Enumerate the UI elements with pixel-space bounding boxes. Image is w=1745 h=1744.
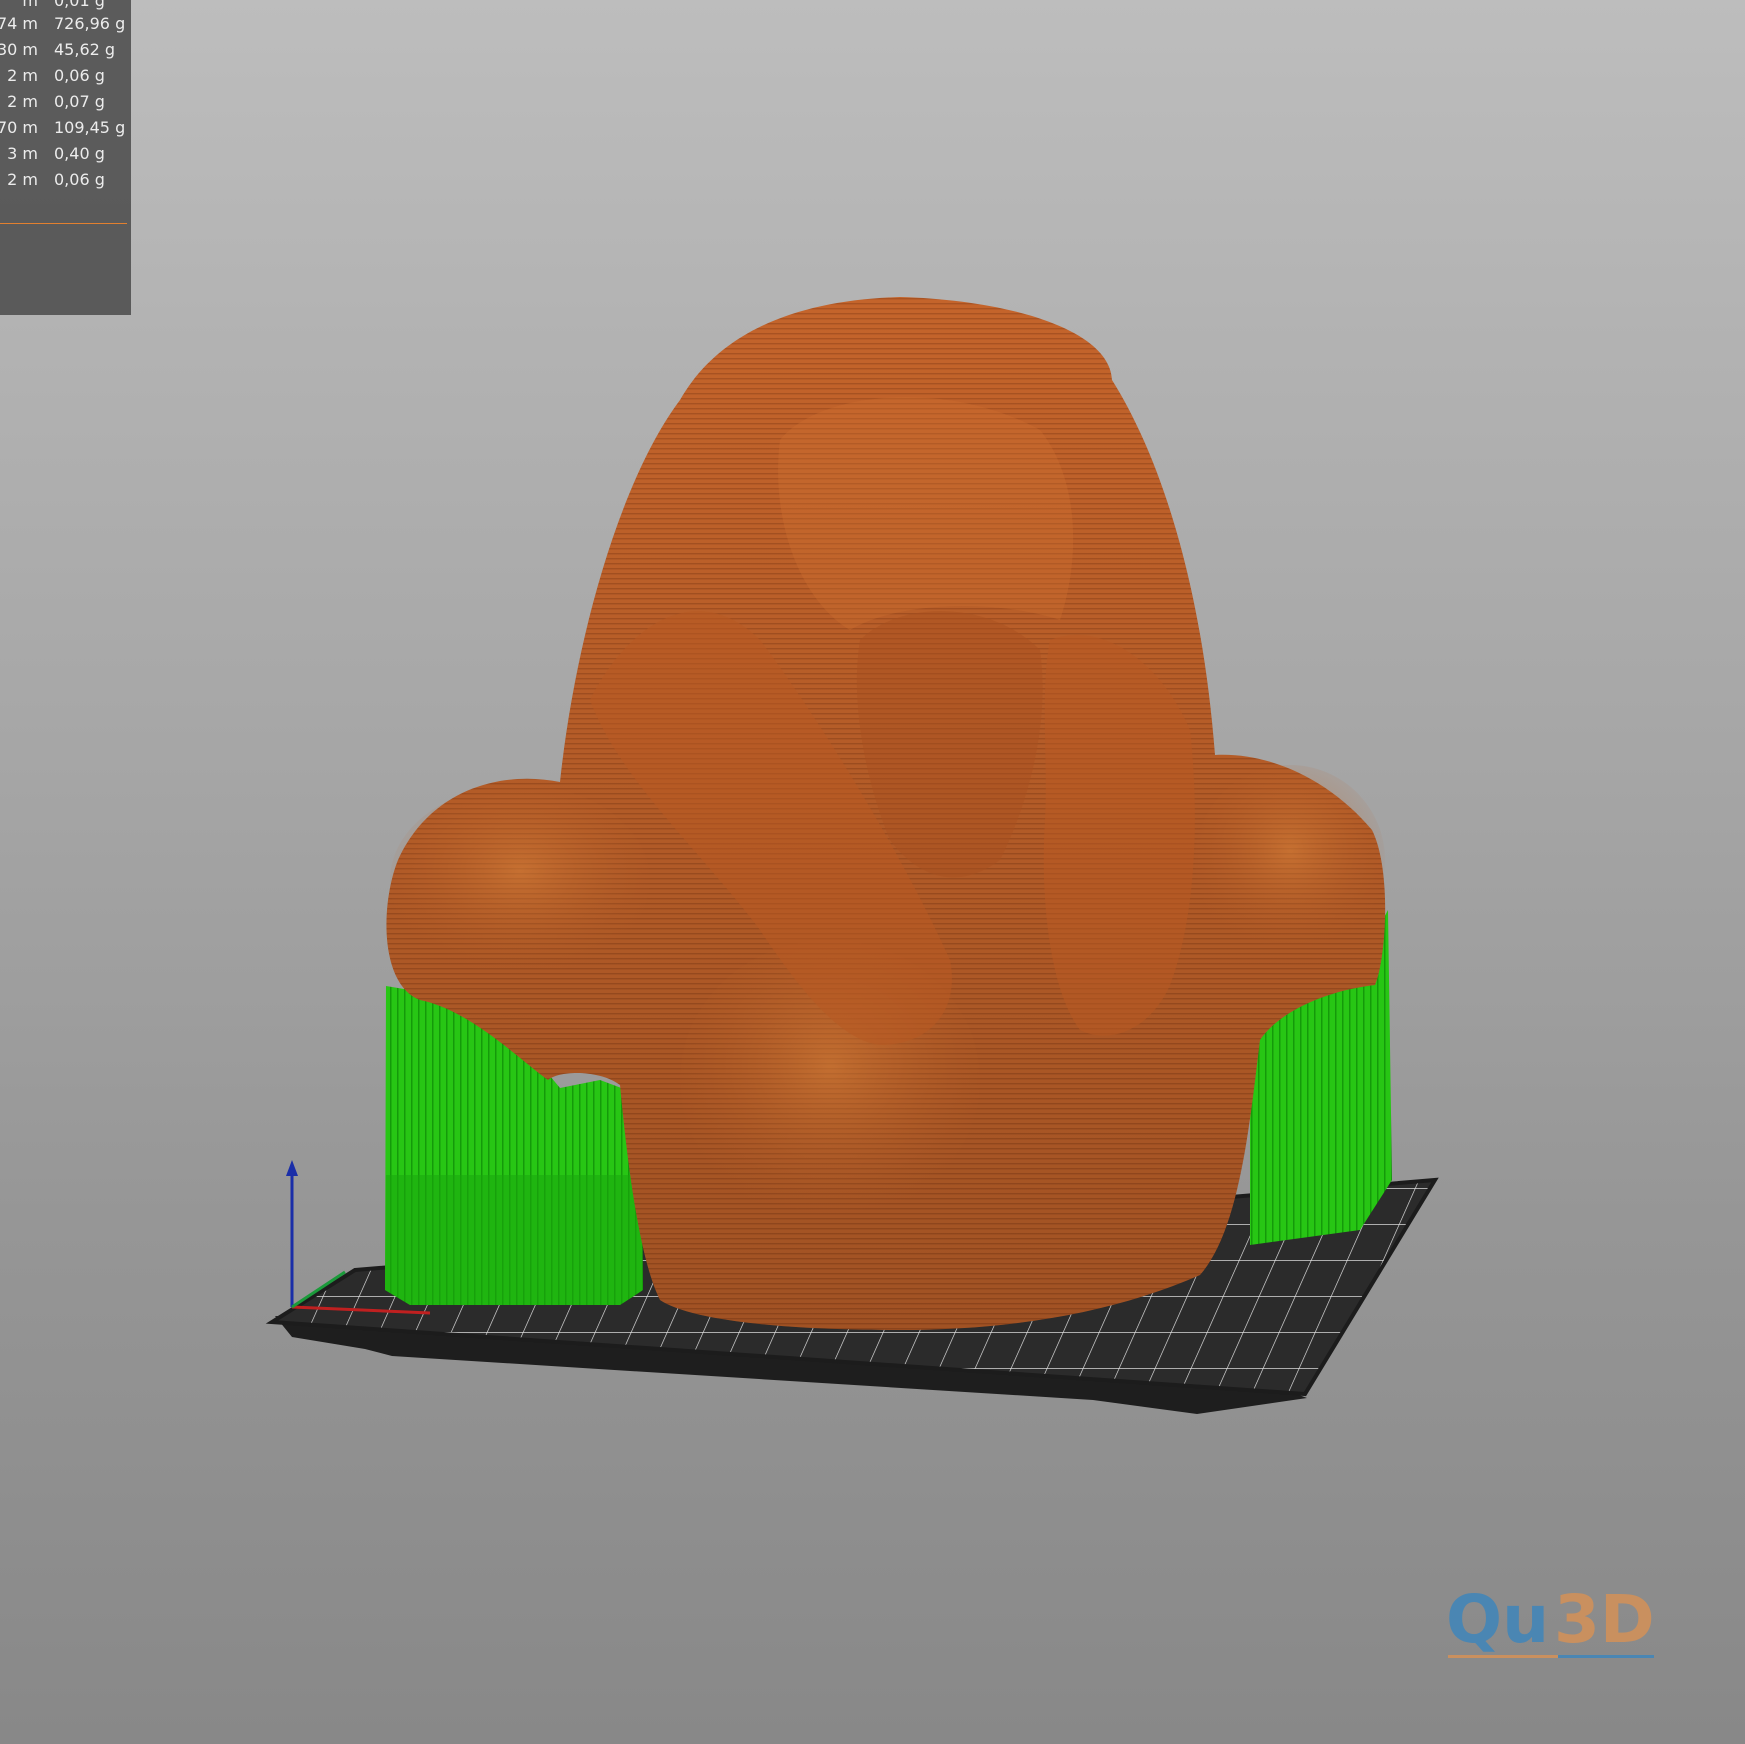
- 3d-viewport[interactable]: [0, 0, 1745, 1744]
- qu3d-logo: Qu 3D: [1446, 1581, 1655, 1658]
- svg-text:Qu: Qu: [1446, 1581, 1549, 1658]
- svg-text:3D: 3D: [1554, 1581, 1655, 1658]
